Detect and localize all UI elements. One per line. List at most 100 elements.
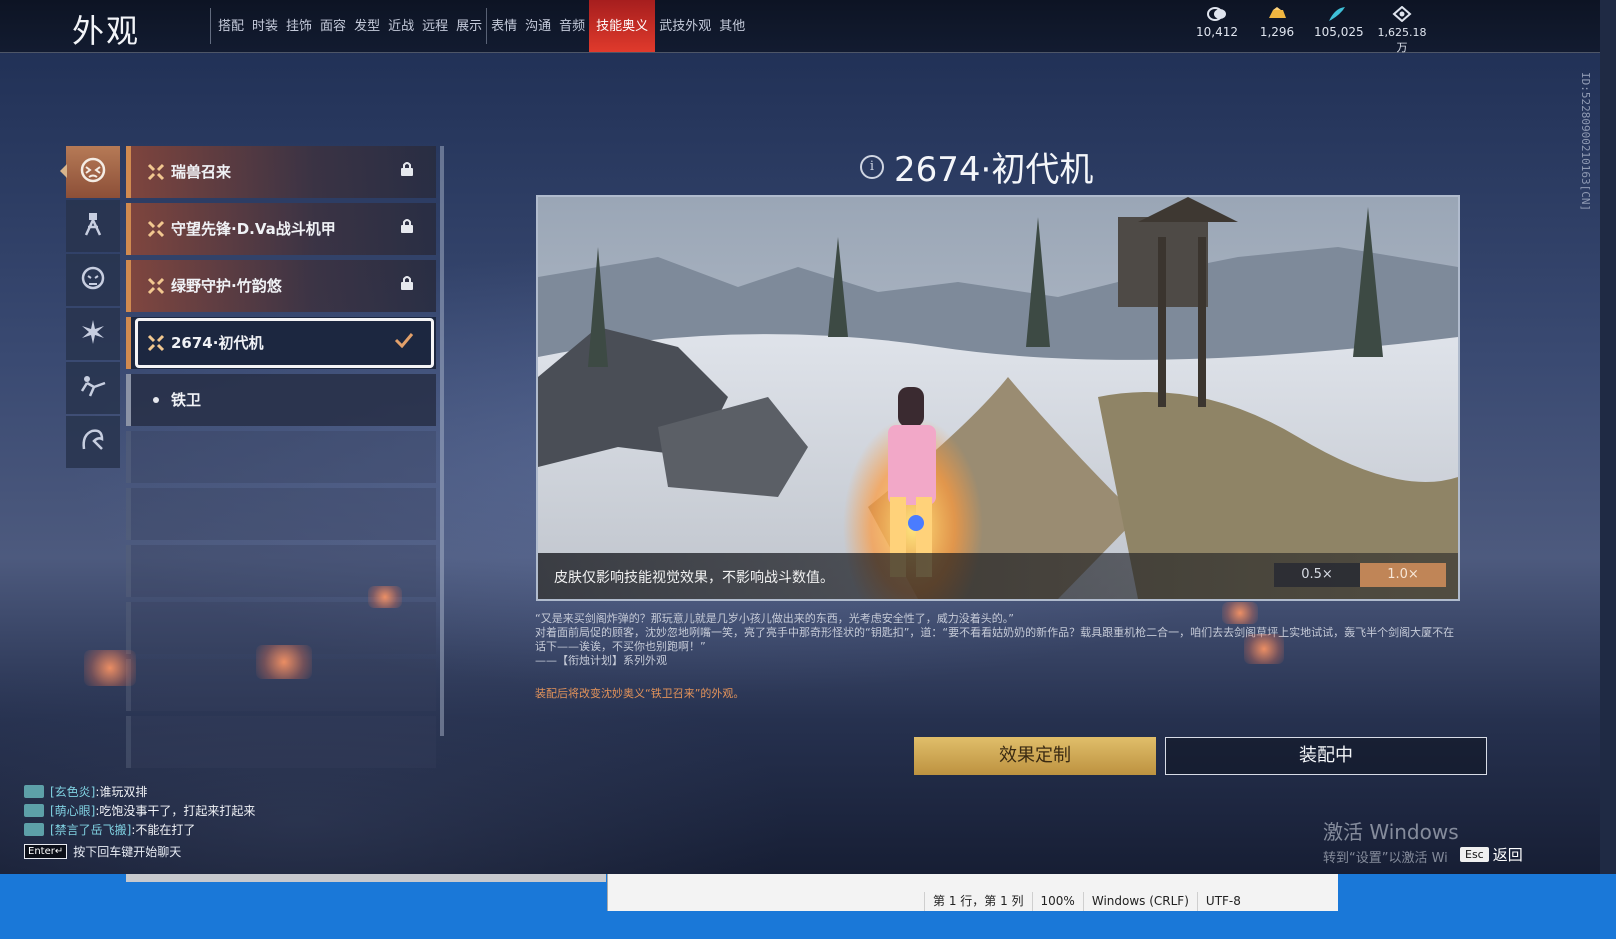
category-tab-5[interactable] [66, 416, 120, 468]
status-spacer [608, 892, 924, 911]
tab-9[interactable]: 沟通 [521, 0, 555, 52]
playback-speed-group: 0.5× 1.0× [1274, 563, 1446, 587]
burst-icon [78, 317, 108, 351]
skin-list-scrollbar[interactable] [440, 146, 444, 736]
chat-channel-icon [24, 804, 44, 817]
chat-sender[interactable]: [玄色炎] [50, 785, 95, 799]
skin-list: 瑞兽召来 守望先锋·D.Va战斗机甲 绿野守护·竹韵悠 2674·初代机 铁卫 [126, 146, 436, 786]
skin-item-3[interactable]: 2674·初代机 [126, 317, 436, 369]
equipped-button[interactable]: 装配中 [1165, 737, 1487, 775]
preview-scene-image [538, 197, 1458, 599]
preview-caption-bar: 皮肤仅影响技能视觉效果，不影响战斗数值。 0.5× 1.0× [538, 553, 1458, 599]
currency-value: 10,412 [1196, 25, 1238, 39]
tab-12[interactable]: 武技外观 [655, 0, 715, 52]
watermark-subtitle: 转到“设置”以激活 Wi [1323, 851, 1448, 866]
chat-hint-text: 按下回车键开始聊天 [73, 845, 182, 859]
flying-kick-icon [78, 371, 108, 405]
window-edge [1600, 0, 1616, 900]
currency-0: 10,412 [1194, 6, 1240, 55]
lantern-glow [256, 645, 312, 679]
skin-name: 2674·初代机 [171, 334, 264, 352]
currency-2: 105,025 [1314, 6, 1364, 55]
tab-11[interactable]: 技能奥义 [589, 0, 656, 52]
currency-bar: 10,412 1,296 105,025 1,625.18万 [1194, 6, 1430, 55]
skin-rarity-icon [147, 163, 165, 181]
category-tabs: 搭配 时装 挂饰 面容 发型 近战 远程 展示 表情 沟通 音频 技能奥义 武技外观 其他 [214, 0, 749, 52]
skin-rarity-icon [147, 220, 165, 238]
category-tab-3[interactable] [66, 308, 120, 360]
coin-icon [1194, 6, 1240, 22]
tab-4[interactable]: 发型 [350, 0, 384, 52]
chat-line: [萌心眼]:吃饱没事干了，打起来打起来 [24, 801, 344, 820]
robot-icon [78, 209, 108, 243]
speed-0-button[interactable]: 0.5× [1274, 563, 1360, 587]
tab-13[interactable]: 其他 [715, 0, 749, 52]
customize-effect-button[interactable]: 效果定制 [914, 737, 1156, 775]
game-window: 外观 搭配 时装 挂饰 面容 发型 近战 远程 展示 表情 沟通 音频 技能奥义 武技外观 其他 10,4… [0, 0, 1600, 900]
lantern-glow [1222, 602, 1258, 624]
page-title: 外观 [72, 12, 141, 50]
empty-skin-slot [126, 488, 436, 540]
equip-note: 装配后将改变沈妙奥义“铁卫召来”的外观。 [535, 687, 745, 700]
chat-line: [玄色炎]:谁玩双排 [24, 782, 344, 801]
dragon-icon [78, 425, 108, 459]
chat-message: :吃饱没事干了，打起来打起来 [95, 804, 256, 818]
chat-sender[interactable]: [禁言了岳飞搬] [50, 823, 131, 837]
tab-5[interactable]: 近战 [384, 0, 418, 52]
notepad-window: 第 1 行，第 1 列 100% Windows (CRLF) UTF-8 [607, 874, 1338, 911]
skin-item-4[interactable]: 铁卫 [126, 374, 436, 426]
gold-ingot-icon [1254, 6, 1300, 22]
tab-7[interactable]: 展示 [452, 0, 486, 52]
tab-6[interactable]: 远程 [418, 0, 452, 52]
check-icon [394, 332, 414, 352]
chat-sender[interactable]: [萌心眼] [50, 804, 95, 818]
chat-panel: [玄色炎]:谁玩双排 [萌心眼]:吃饱没事干了，打起来打起来 [禁言了岳飞搬]:不能… [24, 782, 344, 860]
lantern-glow [84, 650, 136, 686]
currency-1: 1,296 [1254, 6, 1300, 55]
skin-rarity-icon [147, 334, 165, 352]
chat-content: [禁言了岳飞搬]:不能在打了 [50, 821, 195, 838]
category-tab-4[interactable] [66, 362, 120, 414]
chat-channel-icon [24, 785, 44, 798]
lock-icon [400, 275, 414, 295]
tab-0[interactable]: 搭配 [214, 0, 248, 52]
diamond-icon [1374, 6, 1430, 22]
watermark-title: 激活 Windows [1323, 820, 1459, 844]
back-button[interactable]: Esc 返回 [1460, 844, 1523, 865]
windows-activation-watermark: 激活 Windows 转到“设置”以激活 Wi [1323, 816, 1459, 866]
lock-icon [400, 218, 414, 238]
skin-name: 铁卫 [171, 391, 202, 409]
category-tab-1[interactable] [66, 200, 120, 252]
status-cell-2: Windows (CRLF) [1082, 892, 1197, 911]
lantern-glow [1244, 634, 1284, 664]
tab-2[interactable]: 挂饰 [282, 0, 316, 52]
empty-skin-slot [126, 716, 436, 768]
status-cell-3: UTF-8 [1196, 892, 1249, 911]
skin-item-0[interactable]: 瑞兽召来 [126, 146, 436, 198]
lock-icon [400, 161, 414, 181]
chat-message: :不能在打了 [131, 823, 196, 837]
detail-title: i 2674·初代机 [860, 142, 1093, 191]
chat-hint: Enter↵ 按下回车键开始聊天 [24, 843, 344, 860]
skin-rarity-icon [147, 277, 165, 295]
enter-key-icon: Enter↵ [24, 844, 68, 859]
dot-icon [147, 391, 165, 409]
category-tab-0[interactable] [60, 146, 120, 198]
description-paragraph: 对着面前局促的顾客，沈妙忽地咧嘴一笑，亮了亮手中那奇形怪状的“钥匙扣”，道：“要… [535, 626, 1455, 653]
tab-1[interactable]: 时装 [248, 0, 282, 52]
notepad-status-bar: 第 1 行，第 1 列 100% Windows (CRLF) UTF-8 [608, 892, 1338, 911]
skin-title: 2674·初代机 [894, 150, 1094, 190]
skin-item-1[interactable]: 守望先锋·D.Va战斗机甲 [126, 203, 436, 255]
info-icon[interactable]: i [860, 154, 884, 179]
tab-8[interactable]: 表情 [487, 0, 521, 52]
category-tab-2[interactable] [66, 254, 120, 306]
currency-3: 1,625.18万 [1374, 6, 1430, 55]
speed-1-button[interactable]: 1.0× [1360, 563, 1446, 587]
skin-item-2[interactable]: 绿野守护·竹韵悠 [126, 260, 436, 312]
tab-3[interactable]: 面容 [316, 0, 350, 52]
chat-message: :谁玩双排 [95, 785, 148, 799]
status-cell-1: 100% [1031, 892, 1083, 911]
lion-mask-icon [78, 263, 108, 297]
tab-10[interactable]: 音频 [555, 0, 589, 52]
feather-icon [1314, 6, 1360, 22]
